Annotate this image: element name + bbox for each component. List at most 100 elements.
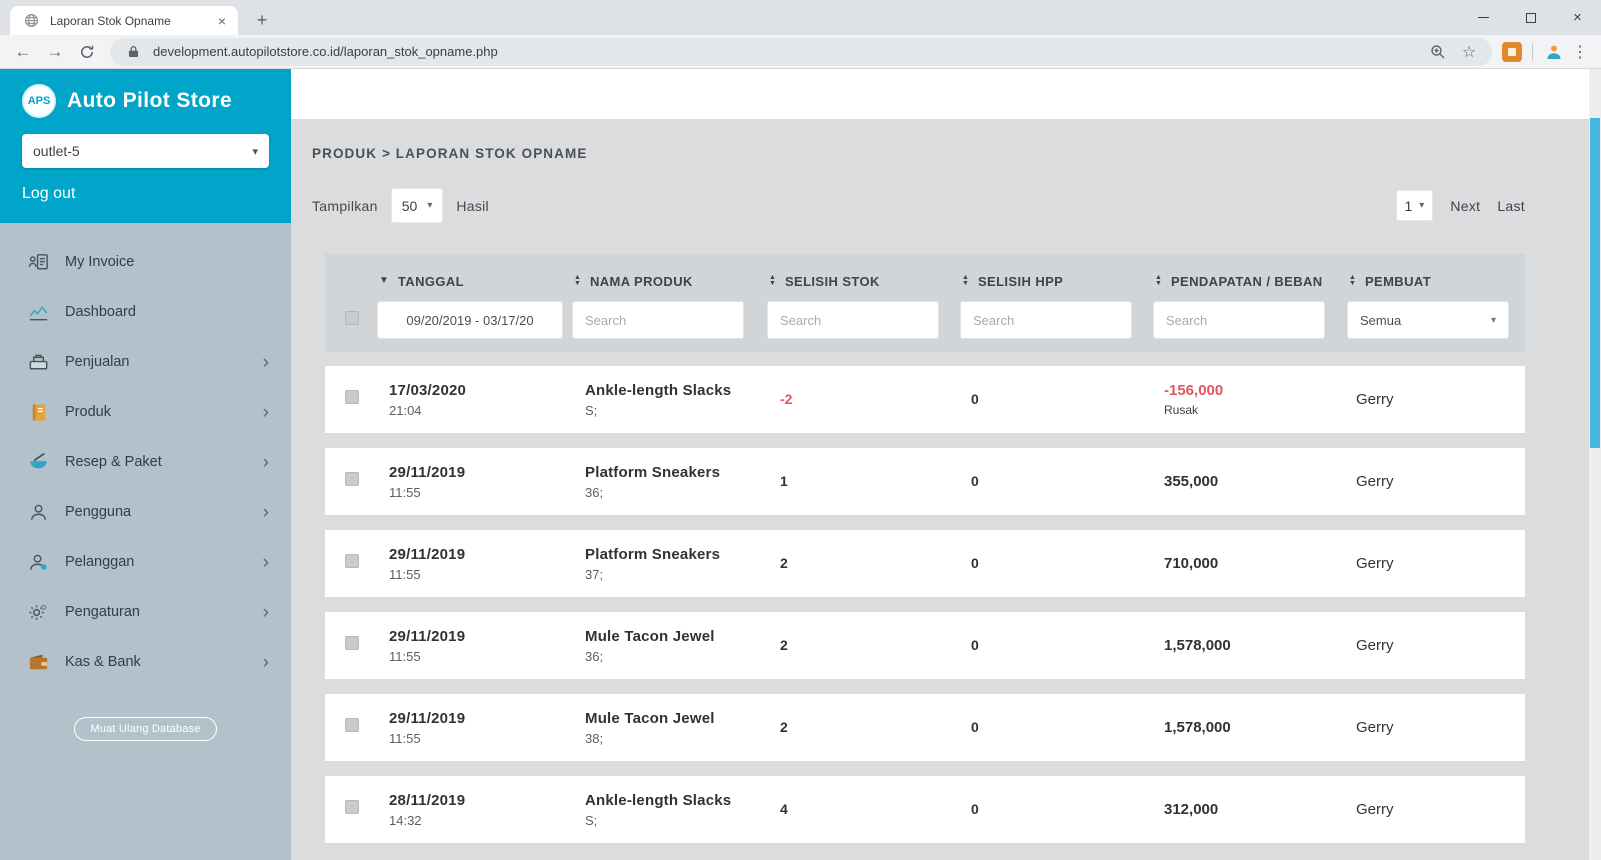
row-variant: S;: [585, 813, 765, 828]
show-label: Tampilkan: [312, 198, 378, 214]
column-header-tanggal[interactable]: ▼ TANGGAL: [375, 266, 570, 296]
reload-button[interactable]: [72, 37, 102, 67]
sidebar-item-kas-bank[interactable]: Kas & Bank ›: [0, 637, 291, 687]
hpp-diff-search-input[interactable]: [960, 301, 1132, 339]
row-hpp-diff: 0: [971, 719, 979, 735]
sort-icon: ▲▼: [962, 275, 969, 287]
page-scrollbar[interactable]: [1589, 69, 1601, 860]
zoom-icon[interactable]: [1427, 44, 1449, 60]
forward-button[interactable]: →: [40, 37, 70, 67]
row-creator: Gerry: [1356, 473, 1394, 490]
select-all-checkbox[interactable]: [345, 311, 359, 325]
row-amount: 710,000: [1164, 555, 1345, 572]
tab-close-icon[interactable]: ×: [214, 13, 230, 29]
outlet-select[interactable]: outlet-5 ▾: [22, 134, 269, 168]
row-hpp-diff: 0: [971, 555, 979, 571]
caret-down-icon: ▾: [1419, 200, 1424, 211]
row-date: 29/11/2019: [389, 628, 570, 645]
next-page-link[interactable]: Next: [1450, 198, 1480, 214]
cash-register-icon: [26, 350, 50, 374]
column-header-pendapatan-beban[interactable]: ▲▼ PENDAPATAN / BEBAN: [1151, 266, 1345, 296]
row-creator: Gerry: [1356, 555, 1394, 572]
row-variant: 37;: [585, 567, 765, 582]
sidebar-item-label: My Invoice: [65, 254, 134, 270]
column-header-nama-produk[interactable]: ▲▼ NAMA PRODUK: [570, 266, 765, 296]
extension-icon[interactable]: [1502, 42, 1522, 62]
chevron-right-icon: ›: [263, 653, 269, 672]
amount-search-input[interactable]: [1153, 301, 1325, 339]
sidebar-item-pelanggan[interactable]: Pelanggan ›: [0, 537, 291, 587]
row-hpp-diff: 0: [971, 473, 979, 489]
page-size-value: 50: [402, 198, 418, 214]
sidebar-item-label: Kas & Bank: [65, 654, 141, 670]
stock-diff-search-input[interactable]: [767, 301, 939, 339]
customer-icon: [26, 550, 50, 574]
sidebar-item-pengguna[interactable]: Pengguna ›: [0, 487, 291, 537]
logout-link[interactable]: Log out: [22, 185, 75, 203]
scrollbar-thumb[interactable]: [1590, 118, 1600, 448]
stock-opname-table: ▼ TANGGAL ▲▼ NAMA PRODUK ▲▼ SELISIH STOK: [325, 254, 1525, 843]
last-page-link[interactable]: Last: [1497, 198, 1525, 214]
row-product-name: Platform Sneakers: [585, 464, 765, 481]
sidebar-item-my-invoice[interactable]: My Invoice: [0, 237, 291, 287]
row-amount: -156,000: [1164, 382, 1345, 399]
bookmark-star-icon[interactable]: ☆: [1458, 42, 1480, 62]
maximize-icon: [1526, 13, 1536, 23]
tab-title: Laporan Stok Opname: [50, 14, 206, 28]
sidebar-item-label: Produk: [65, 404, 111, 420]
sidebar-item-pengaturan[interactable]: Pengaturan ›: [0, 587, 291, 637]
address-bar[interactable]: development.autopilotstore.co.id/laporan…: [110, 38, 1492, 66]
row-checkbox[interactable]: [345, 554, 359, 568]
row-checkbox[interactable]: [345, 636, 359, 650]
sidebar-item-produk[interactable]: Produk ›: [0, 387, 291, 437]
brand-row: APS Auto Pilot Store: [22, 84, 269, 118]
product-search-input[interactable]: [572, 301, 744, 339]
reload-database-button[interactable]: Muat Ulang Database: [74, 717, 216, 741]
sidebar-item-penjualan[interactable]: Penjualan ›: [0, 337, 291, 387]
main-content: PRODUK > LAPORAN STOK OPNAME Tampilkan 5…: [291, 69, 1601, 860]
row-checkbox[interactable]: [345, 718, 359, 732]
date-range-filter[interactable]: [377, 301, 563, 339]
caret-down-icon: ▾: [427, 200, 432, 211]
row-checkbox[interactable]: [345, 800, 359, 814]
breadcrumb: PRODUK > LAPORAN STOK OPNAME: [312, 146, 1601, 161]
new-tab-button[interactable]: +: [248, 6, 276, 34]
column-header-pembuat[interactable]: ▲▼ PEMBUAT: [1345, 266, 1525, 296]
creator-filter-select[interactable]: Semua ▾: [1347, 301, 1509, 339]
row-stock-diff: 4: [780, 801, 788, 817]
row-variant: S;: [585, 403, 765, 418]
close-button[interactable]: ×: [1554, 0, 1601, 35]
settings-gear-icon: [26, 600, 50, 624]
row-checkbox[interactable]: [345, 390, 359, 404]
table-rows: 17/03/2020 21:04 Ankle-length Slacks S; …: [325, 366, 1525, 843]
table-row[interactable]: 17/03/2020 21:04 Ankle-length Slacks S; …: [325, 366, 1525, 433]
table-row[interactable]: 28/11/2019 14:32 Ankle-length Slacks S; …: [325, 776, 1525, 843]
browser-tab[interactable]: Laporan Stok Opname ×: [10, 6, 238, 35]
column-header-selisih-stok[interactable]: ▲▼ SELISIH STOK: [765, 266, 958, 296]
table-filter-row: Semua ▾: [325, 301, 1525, 339]
minimize-button[interactable]: [1460, 0, 1507, 35]
maximize-button[interactable]: [1507, 0, 1554, 35]
column-header-selisih-hpp[interactable]: ▲▼ SELISIH HPP: [958, 266, 1151, 296]
results-label: Hasil: [456, 198, 489, 214]
pagination: 1 ▾ Next Last: [1396, 190, 1526, 221]
table-row[interactable]: 29/11/2019 11:55 Platform Sneakers 37; 2…: [325, 530, 1525, 597]
sort-icon: ▲▼: [574, 275, 581, 287]
browser-menu-icon[interactable]: ⋮: [1567, 42, 1593, 62]
back-button[interactable]: ←: [8, 37, 38, 67]
row-checkbox[interactable]: [345, 472, 359, 486]
table-row[interactable]: 29/11/2019 11:55 Platform Sneakers 36; 1…: [325, 448, 1525, 515]
row-date: 29/11/2019: [389, 710, 570, 727]
brand-name: Auto Pilot Store: [67, 89, 232, 113]
row-stock-diff: 2: [780, 555, 788, 571]
page-number-select[interactable]: 1 ▾: [1396, 190, 1434, 221]
table-row[interactable]: 29/11/2019 11:55 Mule Tacon Jewel 36; 2 …: [325, 612, 1525, 679]
row-time: 11:55: [389, 485, 570, 500]
sidebar-item-resep-paket[interactable]: Resep & Paket ›: [0, 437, 291, 487]
table-row[interactable]: 29/11/2019 11:55 Mule Tacon Jewel 38; 2 …: [325, 694, 1525, 761]
row-variant: 36;: [585, 485, 765, 500]
sidebar-item-dashboard[interactable]: Dashboard: [0, 287, 291, 337]
profile-icon[interactable]: [1543, 43, 1565, 61]
creator-filter-value: Semua: [1360, 313, 1401, 328]
page-size-select[interactable]: 50 ▾: [391, 188, 444, 223]
